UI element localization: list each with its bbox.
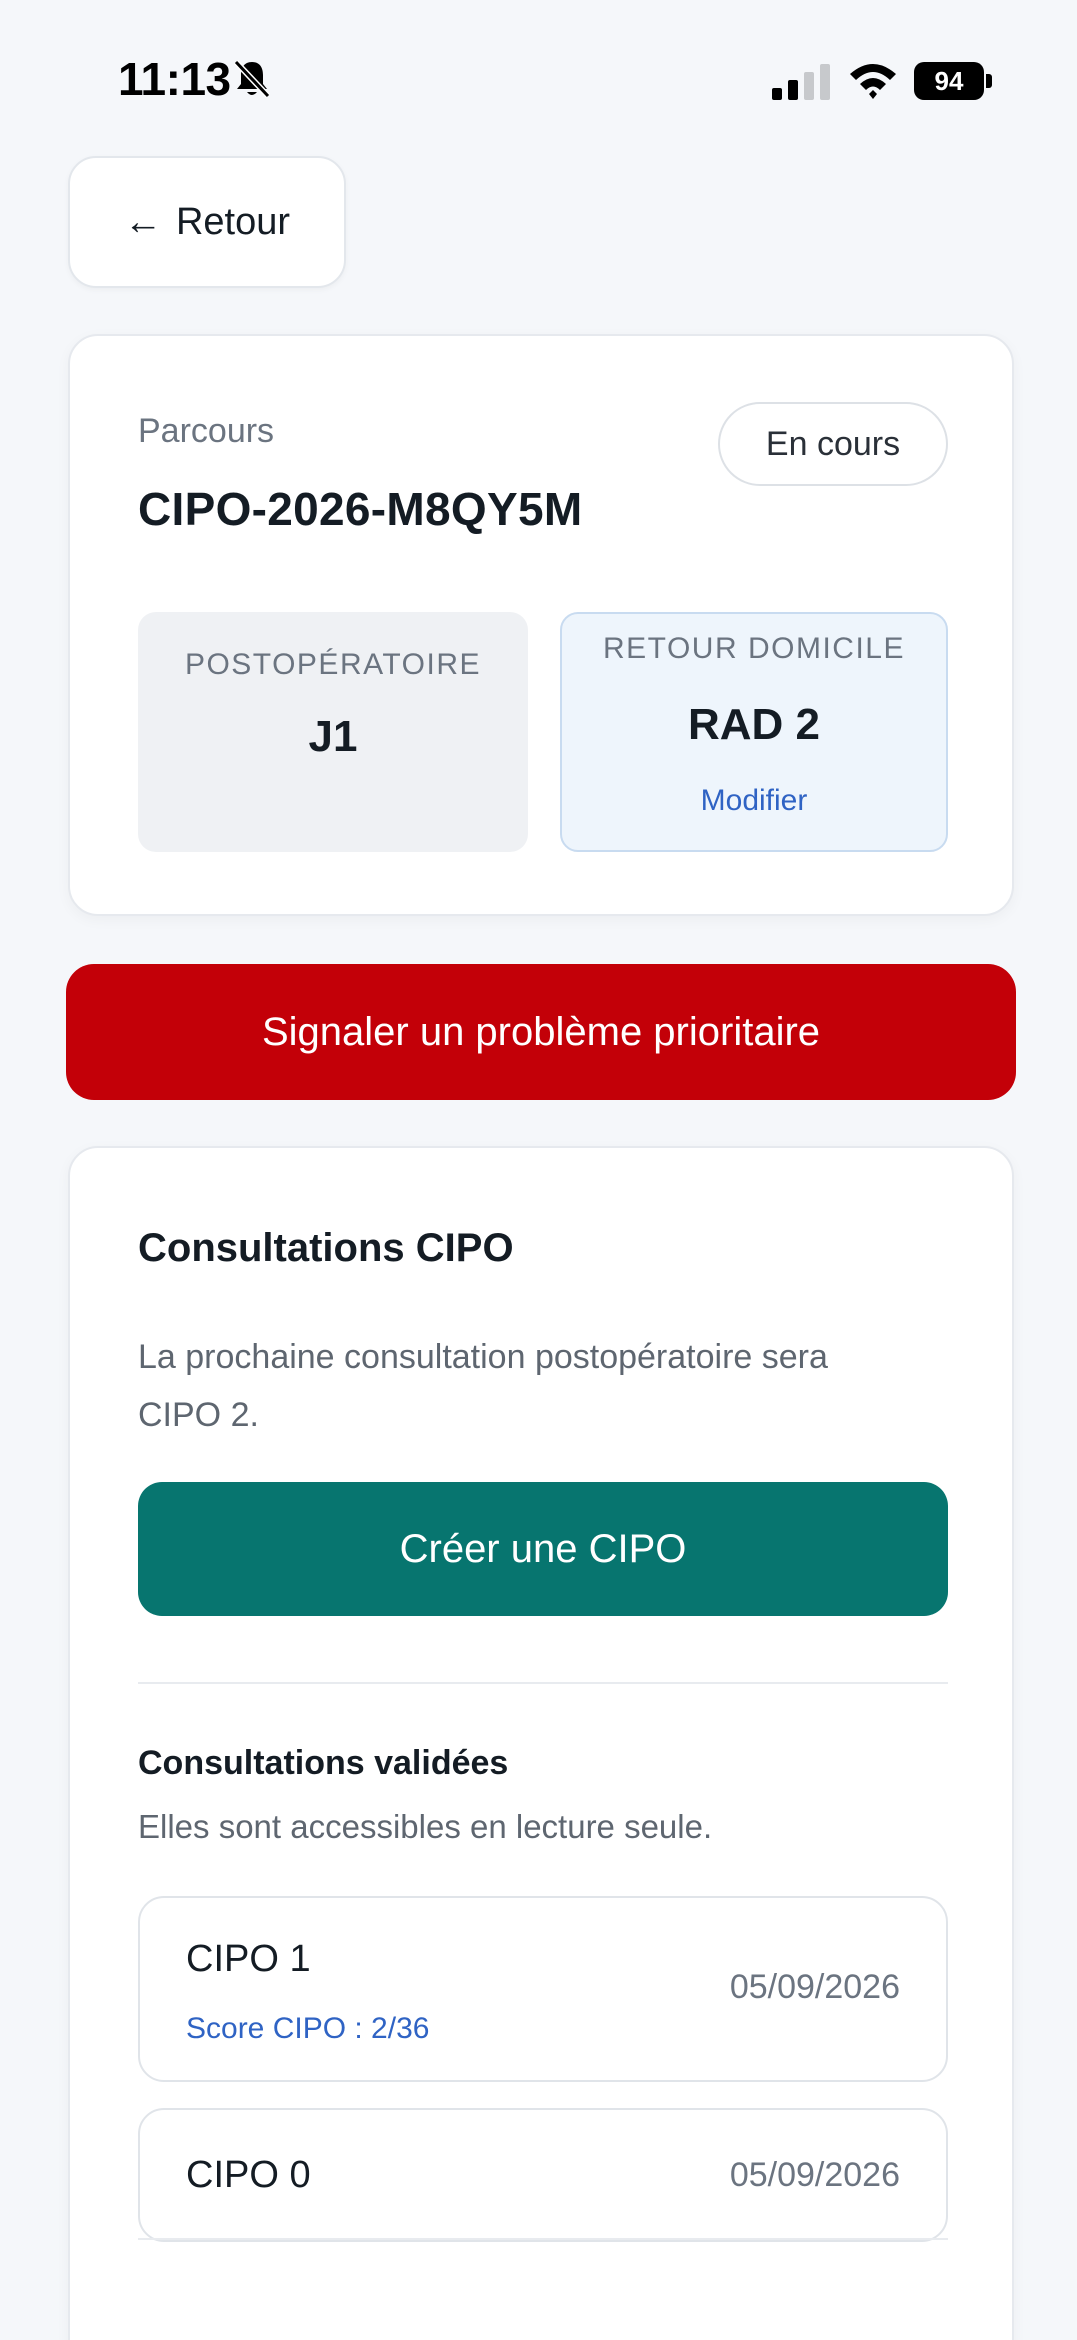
create-cipo-button[interactable]: Créer une CIPO: [138, 1482, 948, 1616]
consultations-card: Consultations CIPO La prochaine consulta…: [68, 1146, 1014, 2340]
retour-domicile-stat: RETOUR DOMICILE RAD 2 Modifier: [560, 612, 948, 852]
postop-label: POSTOPÉRATOIRE: [184, 648, 482, 681]
validated-description: Elles sont accessibles en lecture seule.: [138, 1808, 713, 1845]
parcours-card: Parcours CIPO-2026-M8QY5M En cours POSTO…: [68, 334, 1014, 916]
postop-value: J1: [308, 712, 358, 761]
back-button-label: Retour: [175, 200, 291, 243]
signal-icon: [772, 64, 830, 100]
battery-tip: [986, 74, 992, 88]
divider: [138, 1682, 948, 1684]
consultation-item[interactable]: CIPO 0 05/09/2026: [138, 2108, 948, 2242]
consultations-title: Consultations CIPO: [138, 1226, 514, 1270]
status-badge: En cours: [718, 402, 948, 486]
status-bar: 11:13 94: [0, 0, 1077, 150]
consultation-score: Score CIPO : 2/36: [186, 2012, 430, 2045]
consultation-date: 05/09/2026: [729, 2156, 900, 2194]
back-button[interactable]: ← Retour: [68, 156, 346, 288]
consultation-item[interactable]: CIPO 1 Score CIPO : 2/36 05/09/2026: [138, 1896, 948, 2082]
parcours-label: Parcours: [138, 412, 275, 450]
wifi-icon: [850, 64, 896, 99]
arrow-left-icon: ←: [123, 201, 162, 243]
consultation-date: 05/09/2026: [729, 1968, 900, 2006]
validated-title: Consultations validées: [138, 1744, 509, 1782]
postop-stat: POSTOPÉRATOIRE J1: [138, 612, 528, 852]
parcours-id: CIPO-2026-M8QY5M: [138, 483, 583, 535]
divider: [138, 2238, 948, 2240]
screen: 11:13 94 ← Retour Parcours CIPO-2026-M8Q…: [0, 0, 1077, 2340]
consultation-name: CIPO 0: [186, 2154, 311, 2196]
retour-label: RETOUR DOMICILE: [603, 632, 905, 665]
battery-icon: 94: [914, 62, 984, 100]
consultation-name: CIPO 1: [186, 1938, 311, 1980]
consultations-description: La prochaine consultation postopératoire…: [138, 1338, 828, 1434]
modify-link[interactable]: Modifier: [562, 784, 946, 818]
report-priority-problem-button[interactable]: Signaler un problème prioritaire: [66, 964, 1016, 1100]
retour-value: RAD 2: [687, 700, 821, 749]
status-time: 11:13: [118, 53, 231, 105]
bell-slash-icon: [233, 59, 271, 99]
